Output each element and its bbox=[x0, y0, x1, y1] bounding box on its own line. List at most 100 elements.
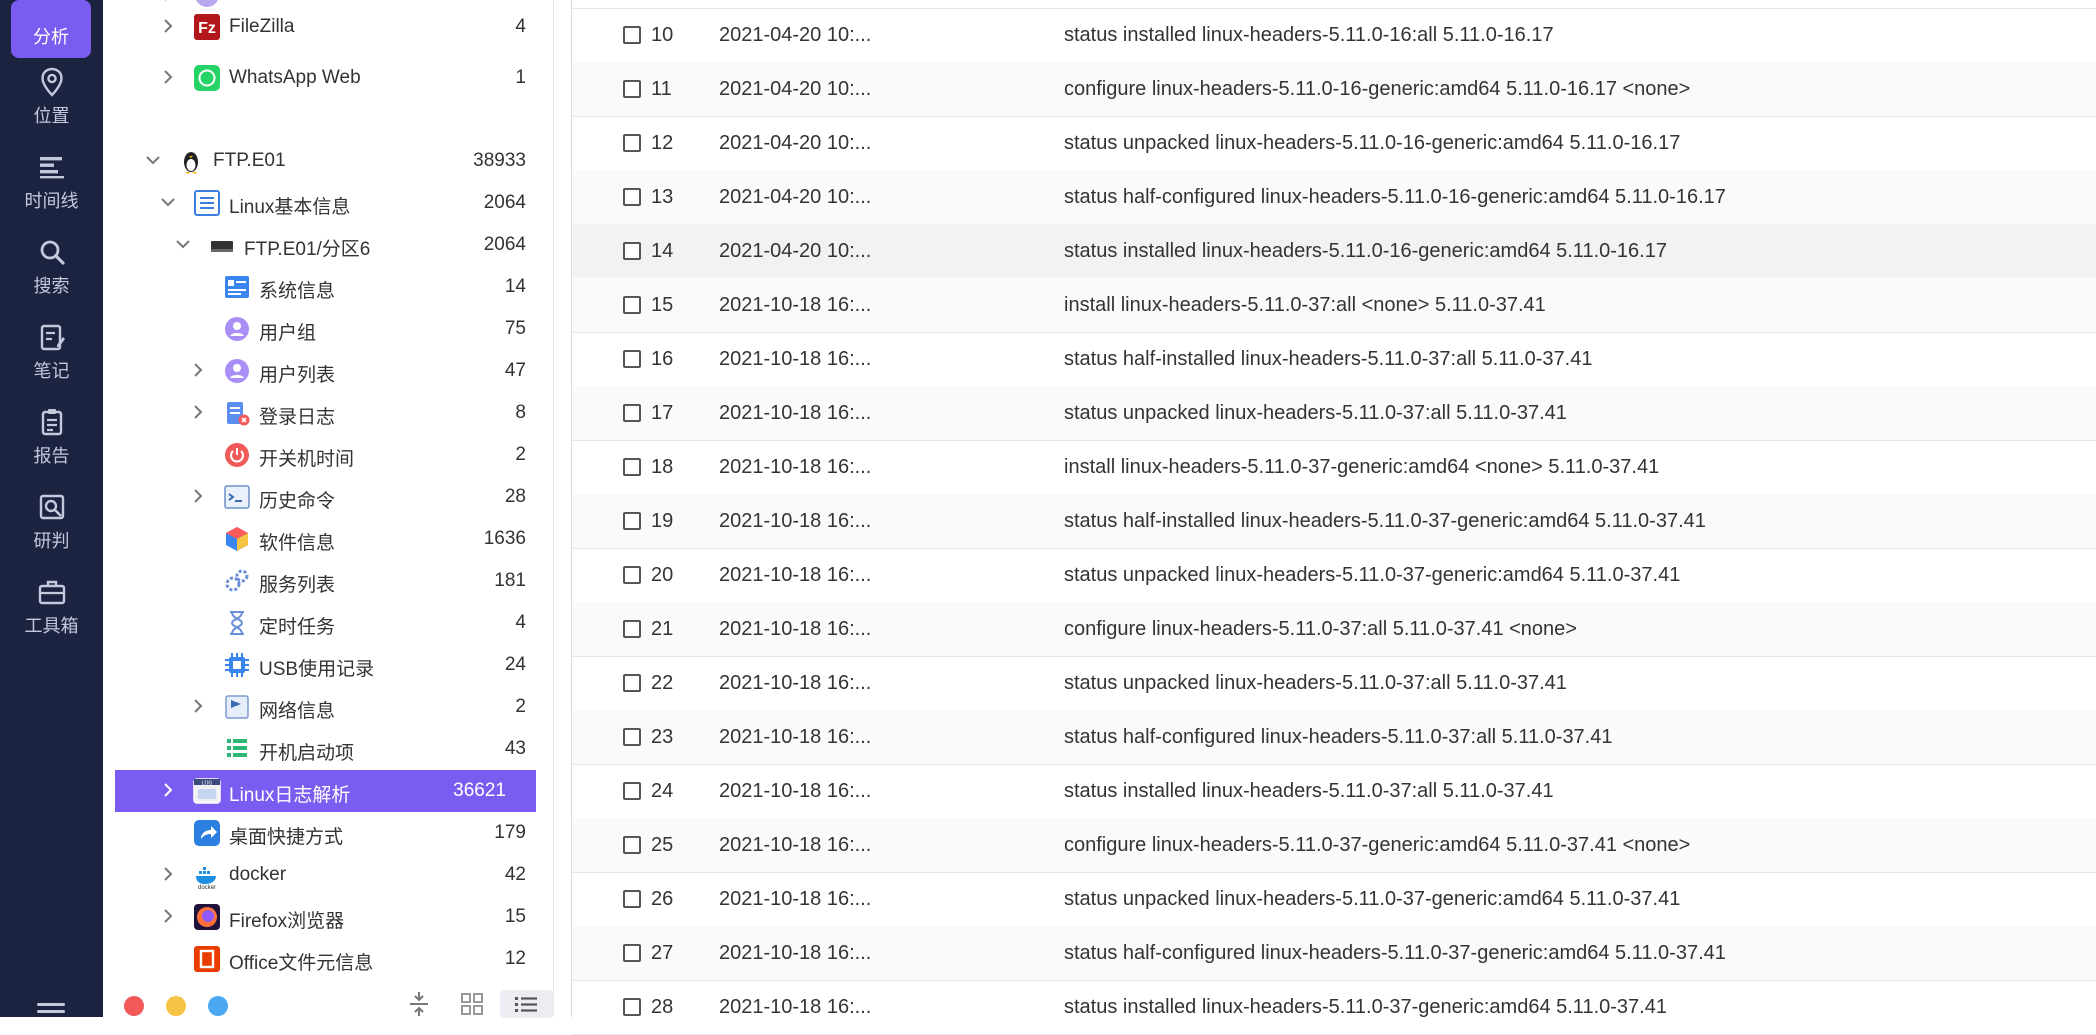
chevron-right-icon[interactable] bbox=[189, 403, 207, 421]
nav-item-search[interactable]: 搜索 bbox=[0, 236, 103, 316]
collapse-icon[interactable] bbox=[404, 990, 434, 1018]
row-checkbox[interactable] bbox=[623, 134, 641, 152]
table-row[interactable]: 14 2021-04-20 10:... status installed linu… bbox=[572, 224, 2096, 279]
nav-item-timeline[interactable]: 时间线 bbox=[0, 151, 103, 231]
row-checkbox[interactable] bbox=[623, 620, 641, 638]
nav-item-label: 研判 bbox=[33, 531, 70, 551]
nav-item-notes[interactable]: 笔记 bbox=[0, 321, 103, 401]
row-timestamp: 2021-10-18 16:... bbox=[719, 294, 872, 316]
row-checkbox[interactable] bbox=[623, 350, 641, 368]
tree-item[interactable]: 用户列表 47 bbox=[115, 350, 639, 392]
row-checkbox[interactable] bbox=[623, 728, 641, 746]
chevron-right-icon[interactable] bbox=[159, 68, 177, 86]
chevron-right-icon[interactable] bbox=[159, 907, 177, 925]
table-row[interactable]: 19 2021-10-18 16:... status half-installed… bbox=[572, 494, 2096, 549]
table-row[interactable]: 18 2021-10-18 16:... install linux-headers… bbox=[572, 440, 2096, 495]
nav-item-location[interactable]: 位置 bbox=[0, 66, 103, 146]
row-checkbox[interactable] bbox=[623, 296, 641, 314]
nav-item-report[interactable]: 报告 bbox=[0, 406, 103, 486]
tree-item[interactable]: 用户组 75 bbox=[115, 308, 639, 350]
chevron-right-icon[interactable] bbox=[159, 17, 177, 35]
row-checkbox[interactable] bbox=[623, 404, 641, 422]
chevron-right-icon[interactable] bbox=[159, 781, 177, 799]
table-row[interactable]: 26 2021-10-18 16:... status unpacked linux… bbox=[572, 872, 2096, 927]
notes-icon bbox=[36, 321, 68, 353]
row-message: status half-installed linux-headers-5.11… bbox=[1064, 510, 1706, 532]
table-row[interactable]: 23 2021-10-18 16:... status half-configure… bbox=[572, 710, 2096, 765]
table-row[interactable]: 27 2021-10-18 16:... status half-configure… bbox=[572, 926, 2096, 981]
row-checkbox[interactable] bbox=[623, 944, 641, 962]
row-checkbox[interactable] bbox=[623, 836, 641, 854]
table-row[interactable]: 20 2021-10-18 16:... status unpacked linux… bbox=[572, 548, 2096, 603]
chevron-down-icon[interactable] bbox=[144, 151, 162, 169]
row-checkbox[interactable] bbox=[623, 26, 641, 44]
tree-item[interactable]: Fz FileZilla 4 bbox=[115, 6, 639, 48]
row-checkbox[interactable] bbox=[623, 188, 641, 206]
tree-item[interactable]: 网络信息 2 bbox=[115, 686, 639, 728]
row-checkbox[interactable] bbox=[623, 890, 641, 908]
chevron-down-icon[interactable] bbox=[174, 235, 192, 253]
row-checkbox[interactable] bbox=[623, 566, 641, 584]
tree-item[interactable]: 服务列表 181 bbox=[115, 560, 639, 602]
tree-item[interactable]: 历史命令 28 bbox=[115, 476, 639, 518]
chevron-right-icon[interactable] bbox=[189, 697, 207, 715]
table-row[interactable]: 12 2021-04-20 10:... status unpacked linux… bbox=[572, 116, 2096, 171]
hourglass-icon bbox=[223, 609, 251, 637]
row-checkbox[interactable] bbox=[623, 80, 641, 98]
row-message: status installed linux-headers-5.11.0-37… bbox=[1064, 996, 1667, 1018]
row-message: status unpacked linux-headers-5.11.0-37-… bbox=[1064, 888, 1681, 910]
tree-item[interactable]: 登录日志 8 bbox=[115, 392, 639, 434]
tree-item[interactable]: docker docker 42 bbox=[115, 854, 639, 896]
tree-item-count: 36621 bbox=[453, 780, 506, 801]
table-row[interactable]: 21 2021-10-18 16:... configure linux-heade… bbox=[572, 602, 2096, 657]
table-row[interactable]: 11 2021-04-20 10:... configure linux-heade… bbox=[572, 62, 2096, 117]
table-row[interactable]: 10 2021-04-20 10:... status installed linu… bbox=[572, 8, 2096, 63]
table-row[interactable]: 13 2021-04-20 10:... status half-configure… bbox=[572, 170, 2096, 225]
table-row[interactable]: 15 2021-10-18 16:... install linux-headers… bbox=[572, 278, 2096, 333]
nav-item-toolbox[interactable]: 工具箱 bbox=[0, 576, 103, 656]
row-checkbox[interactable] bbox=[623, 458, 641, 476]
tree-item-count: 4 bbox=[515, 612, 526, 633]
row-checkbox[interactable] bbox=[623, 998, 641, 1016]
table-row[interactable]: 24 2021-10-18 16:... status installed linu… bbox=[572, 764, 2096, 819]
chevron-right-icon[interactable] bbox=[189, 487, 207, 505]
table-row[interactable]: 28 2021-10-18 16:... status installed linu… bbox=[572, 980, 2096, 1035]
row-checkbox[interactable] bbox=[623, 512, 641, 530]
tree-item[interactable]: WhatsApp Web 1 bbox=[115, 57, 639, 99]
tree-item[interactable]: FTP.E01 38933 bbox=[115, 140, 639, 182]
table-row[interactable]: 25 2021-10-18 16:... configure linux-heade… bbox=[572, 818, 2096, 873]
grid-view-icon[interactable] bbox=[457, 990, 487, 1018]
row-message: status half-configured linux-headers-5.1… bbox=[1064, 942, 1726, 964]
tree-item[interactable]: 定时任务 4 bbox=[115, 602, 639, 644]
nav-item-analysis-judge[interactable]: 研判 bbox=[0, 491, 103, 571]
table-row[interactable]: 16 2021-10-18 16:... status half-installed… bbox=[572, 332, 2096, 387]
menu-icon[interactable] bbox=[37, 1003, 65, 1017]
tree-item[interactable]: 系统信息 14 bbox=[115, 266, 639, 308]
row-checkbox[interactable] bbox=[623, 674, 641, 692]
tree-item[interactable]: Linux基本信息 2064 bbox=[115, 182, 639, 224]
tree-item[interactable]: Office文件元信息 12 bbox=[115, 938, 639, 980]
tree-item[interactable]: 开机启动项 43 bbox=[115, 728, 639, 770]
tree-item[interactable]: FTP.E01/分区6 2064 bbox=[115, 224, 639, 266]
tree-item[interactable]: LOG Linux日志解析 36621 bbox=[115, 770, 536, 812]
row-timestamp: 2021-10-18 16:... bbox=[719, 780, 872, 802]
table-row[interactable]: 17 2021-10-18 16:... status unpacked linux… bbox=[572, 386, 2096, 441]
chevron-right-icon[interactable] bbox=[159, 865, 177, 883]
tree-item[interactable]: 软件信息 1636 bbox=[115, 518, 639, 560]
row-number: 23 bbox=[651, 726, 674, 748]
row-timestamp: 2021-10-18 16:... bbox=[719, 996, 872, 1018]
chevron-right-icon[interactable] bbox=[189, 361, 207, 379]
service-gears-icon bbox=[223, 567, 251, 595]
tree-item-label: FTP.E01 bbox=[213, 150, 286, 171]
user-list-icon bbox=[223, 357, 251, 385]
tree-item[interactable]: 开关机时间 2 bbox=[115, 434, 639, 476]
chevron-down-icon[interactable] bbox=[159, 193, 177, 211]
list-view-icon[interactable] bbox=[500, 990, 553, 1018]
row-checkbox[interactable] bbox=[623, 782, 641, 800]
tree-item-count: 1 bbox=[515, 67, 526, 88]
tree-item[interactable]: Firefox浏览器 15 bbox=[115, 896, 639, 938]
tree-item[interactable]: 桌面快捷方式 179 bbox=[115, 812, 639, 854]
row-checkbox[interactable] bbox=[623, 242, 641, 260]
tree-item[interactable]: USB使用记录 24 bbox=[115, 644, 639, 686]
table-row[interactable]: 22 2021-10-18 16:... status unpacked linux… bbox=[572, 656, 2096, 711]
